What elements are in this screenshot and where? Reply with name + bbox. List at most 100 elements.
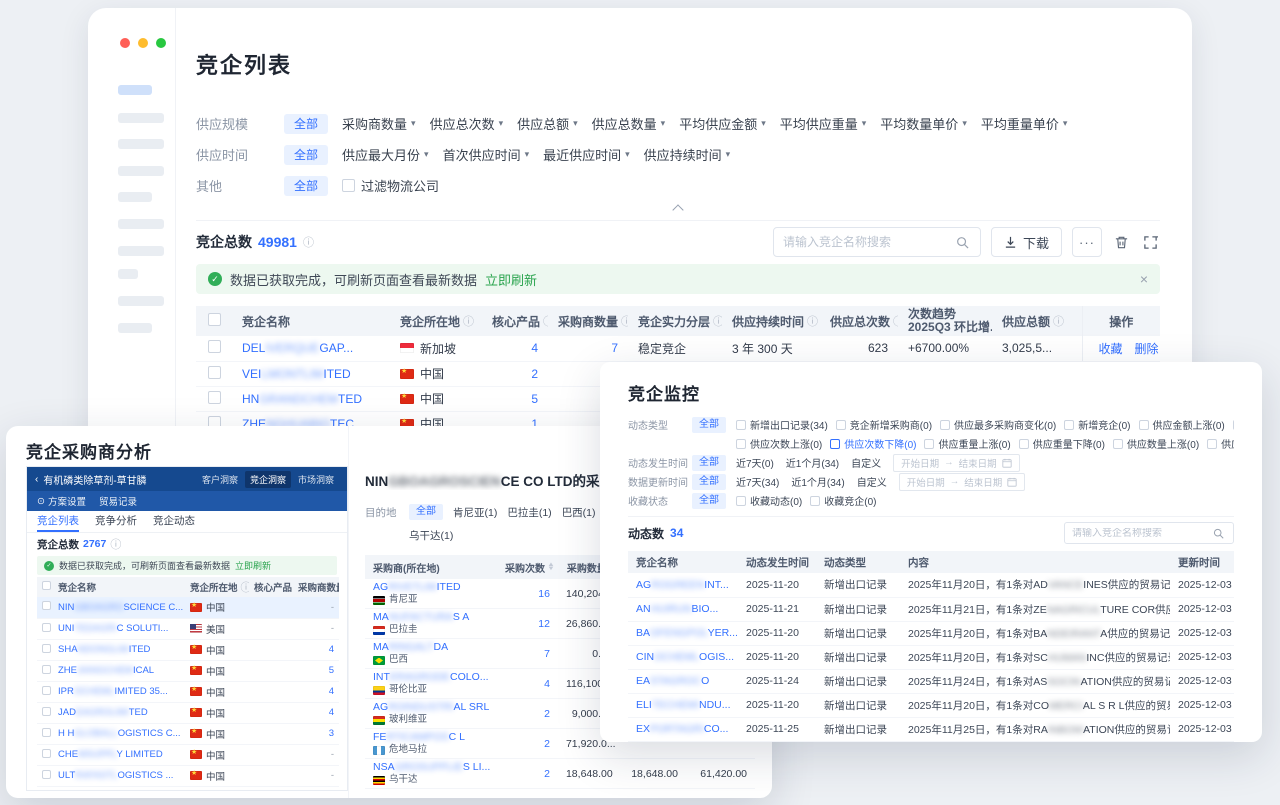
buyers-count[interactable]: -: [331, 770, 334, 781]
sidebar-skeleton-item[interactable]: [118, 246, 164, 256]
mini-top-tab[interactable]: 市场洞察: [293, 471, 339, 488]
filter-logistics-checkbox[interactable]: 过滤物流公司: [342, 176, 439, 195]
buyer-name-link[interactable]: NSAGROSUPPLIES LI...: [373, 761, 489, 774]
collapse-button[interactable]: [674, 206, 682, 214]
competitor-name-link[interactable]: AGROGREENINT...: [636, 579, 729, 591]
mini-tab[interactable]: 竞企动态: [153, 511, 195, 532]
info-icon[interactable]: ⓘ: [621, 313, 628, 329]
filter-checkbox-option[interactable]: 供应重量下降(0): [1019, 436, 1105, 451]
filter-checkbox-option[interactable]: 供应次数下降(0): [830, 436, 916, 451]
trash-icon[interactable]: [1112, 235, 1131, 250]
purchase-times[interactable]: 2: [544, 708, 550, 720]
row-checkbox[interactable]: [42, 665, 51, 674]
competitor-name-link[interactable]: SHANDONGLIMITED: [58, 644, 150, 655]
delete-button[interactable]: 删除: [1135, 342, 1159, 356]
sort-icon[interactable]: ▲▼: [548, 563, 554, 572]
mini-top-tab[interactable]: 客户洞察: [197, 471, 243, 488]
filter-checkbox-option[interactable]: 供应最多采购商变化(0): [940, 417, 1056, 432]
back-icon[interactable]: ‹: [35, 474, 38, 485]
filter-all-badge[interactable]: 全部: [692, 417, 726, 433]
buyer-name-link[interactable]: FERTICAMPOSC L: [373, 731, 489, 744]
fullscreen-icon[interactable]: [1141, 235, 1160, 250]
purchase-times[interactable]: 7: [544, 648, 550, 660]
competitor-name-link[interactable]: ULTRAFASTLOGISTICS ...: [58, 770, 173, 781]
date-range-input[interactable]: 开始日期 → 结束日期: [893, 454, 1020, 472]
download-button[interactable]: 下载: [991, 227, 1062, 257]
sidebar-skeleton-item[interactable]: [118, 192, 152, 202]
competitor-name-link[interactable]: ANHUIRUNBIO...: [636, 603, 718, 615]
filter-checkbox-option[interactable]: 竞企新增采购商(0): [836, 417, 932, 432]
mini-tab[interactable]: 竞争分析: [95, 511, 137, 532]
row-checkbox[interactable]: [42, 770, 51, 779]
filter-checkbox-option[interactable]: 供应重量上涨(0): [924, 436, 1010, 451]
info-icon[interactable]: ⓘ: [110, 536, 121, 552]
filter-all-badge[interactable]: 全部: [692, 455, 726, 471]
sidebar-skeleton-item[interactable]: [118, 166, 164, 176]
plan-settings-menu[interactable]: ⊙方案设置: [37, 494, 86, 508]
filter-checkbox-option[interactable]: 供应数量上涨(0): [1113, 436, 1199, 451]
search-input[interactable]: [1072, 528, 1211, 539]
buyer-name-link[interactable]: INTERAGRODECOLO...: [373, 671, 489, 684]
sidebar-skeleton-item[interactable]: [118, 296, 164, 306]
mini-top-tab[interactable]: 竞企洞察: [245, 471, 291, 488]
filter-dropdown[interactable]: 供应总数量▾: [592, 114, 666, 133]
filter-all-badge[interactable]: 全部: [692, 493, 726, 509]
refresh-now-link[interactable]: 立即刷新: [485, 270, 537, 289]
sidebar-skeleton-item[interactable]: [118, 219, 164, 229]
info-icon[interactable]: ⓘ: [463, 313, 474, 329]
trade-records-menu[interactable]: 贸易记录: [99, 494, 137, 508]
mini-tab[interactable]: 竞企列表: [37, 511, 79, 532]
info-icon[interactable]: ⓘ: [713, 313, 722, 329]
select-all-checkbox[interactable]: [42, 581, 51, 590]
competitor-name-link[interactable]: JADEAGROLIMITED: [58, 707, 148, 718]
purchase-times[interactable]: 2: [544, 768, 550, 780]
row-checkbox[interactable]: [208, 340, 221, 353]
close-icon[interactable]: ×: [1140, 271, 1148, 287]
select-all-checkbox[interactable]: [208, 313, 221, 326]
core-products-count[interactable]: 5: [531, 392, 538, 406]
filter-dropdown[interactable]: 最近供应时间▾: [543, 145, 630, 164]
filter-dropdown[interactable]: 平均供应金额▾: [679, 114, 766, 133]
destination-option[interactable]: 乌干达(1): [409, 528, 453, 543]
filter-option[interactable]: 自定义: [851, 455, 881, 470]
competitor-name-link[interactable]: BAOFENGPOLYER...: [636, 627, 738, 639]
filter-dropdown[interactable]: 首次供应时间▾: [443, 145, 530, 164]
date-range-input[interactable]: 开始日期 → 结束日期: [899, 473, 1026, 491]
buyer-name-link[interactable]: MARINGALTDA: [373, 641, 489, 654]
buyer-name-link[interactable]: AGRIVETLIMITED: [373, 581, 489, 594]
purchase-times[interactable]: 2: [544, 738, 550, 750]
filter-dropdown[interactable]: 供应总次数▾: [430, 114, 504, 133]
row-checkbox[interactable]: [42, 749, 51, 758]
filter-all-badge[interactable]: 全部: [409, 504, 443, 520]
filter-dropdown[interactable]: 采购商数量▾: [342, 114, 416, 133]
filter-option[interactable]: 近7天(34): [736, 474, 779, 489]
search-icon[interactable]: [954, 236, 971, 249]
buyer-name-link[interactable]: AGROINDUSTRIAL SRL: [373, 701, 489, 714]
row-checkbox[interactable]: [42, 623, 51, 632]
buyers-count[interactable]: 3: [329, 728, 334, 739]
row-checkbox[interactable]: [42, 728, 51, 737]
filter-dropdown[interactable]: 平均数量单价▾: [880, 114, 967, 133]
search-icon[interactable]: [1211, 528, 1226, 539]
competitor-name-link[interactable]: NINGBOAGROSCIENCE C...: [58, 602, 183, 613]
buyers-count[interactable]: 4: [329, 644, 334, 655]
competitor-name-link[interactable]: DELIVERQUEGAP...: [242, 341, 353, 355]
filter-all-badge[interactable]: 全部: [284, 114, 328, 134]
purchase-times[interactable]: 12: [538, 618, 550, 630]
competitor-name-link[interactable]: ZHEJIANGCHEMICAL: [58, 665, 154, 676]
info-icon[interactable]: ⓘ: [303, 234, 314, 250]
filter-dropdown[interactable]: 供应总额▾: [517, 114, 578, 133]
info-icon[interactable]: ⓘ: [543, 313, 548, 329]
filter-checkbox-option[interactable]: 供应金额下降(0): [1233, 417, 1234, 432]
filter-checkbox-option[interactable]: 收藏竞企(0): [810, 493, 876, 508]
competitor-name-link[interactable]: UNITEDAGRIC SOLUTI...: [58, 623, 168, 634]
buyers-count[interactable]: 5: [329, 665, 334, 676]
row-checkbox[interactable]: [42, 686, 51, 695]
favorite-button[interactable]: 收藏: [1099, 342, 1123, 356]
competitor-name-link[interactable]: CHEMSUPPLY LIMITED: [58, 749, 163, 760]
buyers-count[interactable]: 7: [611, 341, 618, 355]
buyer-name-link[interactable]: MANUFACTURAS A: [373, 611, 489, 624]
filter-checkbox-option[interactable]: 新增竞企(0): [1064, 417, 1130, 432]
competitor-name-link[interactable]: IPROCHEMLIMITED 35...: [58, 686, 168, 697]
competitor-name-link[interactable]: EASTAGROCO: [636, 675, 709, 687]
